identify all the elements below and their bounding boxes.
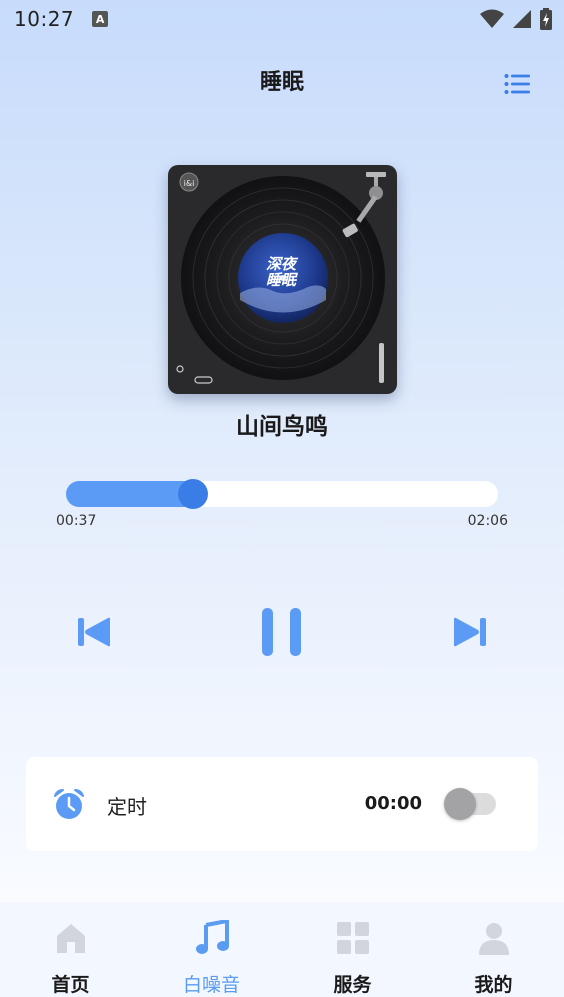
list-icon xyxy=(504,74,530,94)
status-time: 10:27 xyxy=(14,7,75,31)
skip-previous-icon xyxy=(78,617,110,647)
bottom-nav: 首页 白噪音 服务 我的 xyxy=(0,902,564,997)
home-icon xyxy=(56,924,85,953)
playlist-button[interactable] xyxy=(504,72,530,96)
pause-button[interactable] xyxy=(258,608,308,656)
track-title: 山间鸟鸣 xyxy=(236,414,328,440)
accessibility-a-icon: A xyxy=(92,11,109,27)
timer-toggle[interactable] xyxy=(444,788,496,820)
cell-signal-icon xyxy=(513,10,531,28)
timer-label: 定时 xyxy=(107,795,147,819)
nav-item-mine[interactable]: 我的 xyxy=(423,902,564,997)
progress-thumb[interactable] xyxy=(178,479,208,509)
cover-badge: i&i xyxy=(184,179,195,188)
timer-value: 00:00 xyxy=(364,793,422,814)
nav-item-home[interactable]: 首页 xyxy=(0,902,141,997)
wifi-icon xyxy=(480,9,504,28)
cover-title-line2: 睡眠 xyxy=(266,271,299,289)
elapsed-time: 00:37 xyxy=(56,513,97,529)
music-note-icon xyxy=(195,920,229,954)
nav-label-services: 服务 xyxy=(333,974,372,996)
pause-icon xyxy=(262,608,301,656)
battery-charging-icon xyxy=(540,8,552,30)
total-time: 02:06 xyxy=(467,513,508,529)
page-header: 睡眠 xyxy=(0,60,564,100)
status-bar: 10:27 A xyxy=(0,0,564,38)
next-track-button[interactable] xyxy=(450,612,490,652)
timer-card: 定时 00:00 xyxy=(26,757,538,851)
grid-icon xyxy=(336,922,369,954)
nav-label-mine: 我的 xyxy=(474,974,513,996)
toggle-knob xyxy=(444,788,476,820)
nav-item-services[interactable]: 服务 xyxy=(282,902,423,997)
nav-item-white-noise[interactable]: 白噪音 xyxy=(141,902,282,997)
nav-label-white-noise: 白噪音 xyxy=(182,974,240,996)
turntable-illustration: 深夜 睡眠 i&i xyxy=(176,172,386,384)
skip-next-icon xyxy=(454,617,486,647)
nav-label-home: 首页 xyxy=(51,974,90,996)
status-icons xyxy=(480,8,552,30)
alarm-clock-icon xyxy=(52,787,86,821)
progress-slider[interactable] xyxy=(66,479,498,509)
person-icon xyxy=(478,923,509,955)
page-title: 睡眠 xyxy=(259,70,304,95)
previous-track-button[interactable] xyxy=(74,612,114,652)
album-cover: 深夜 睡眠 i&i xyxy=(168,165,397,394)
